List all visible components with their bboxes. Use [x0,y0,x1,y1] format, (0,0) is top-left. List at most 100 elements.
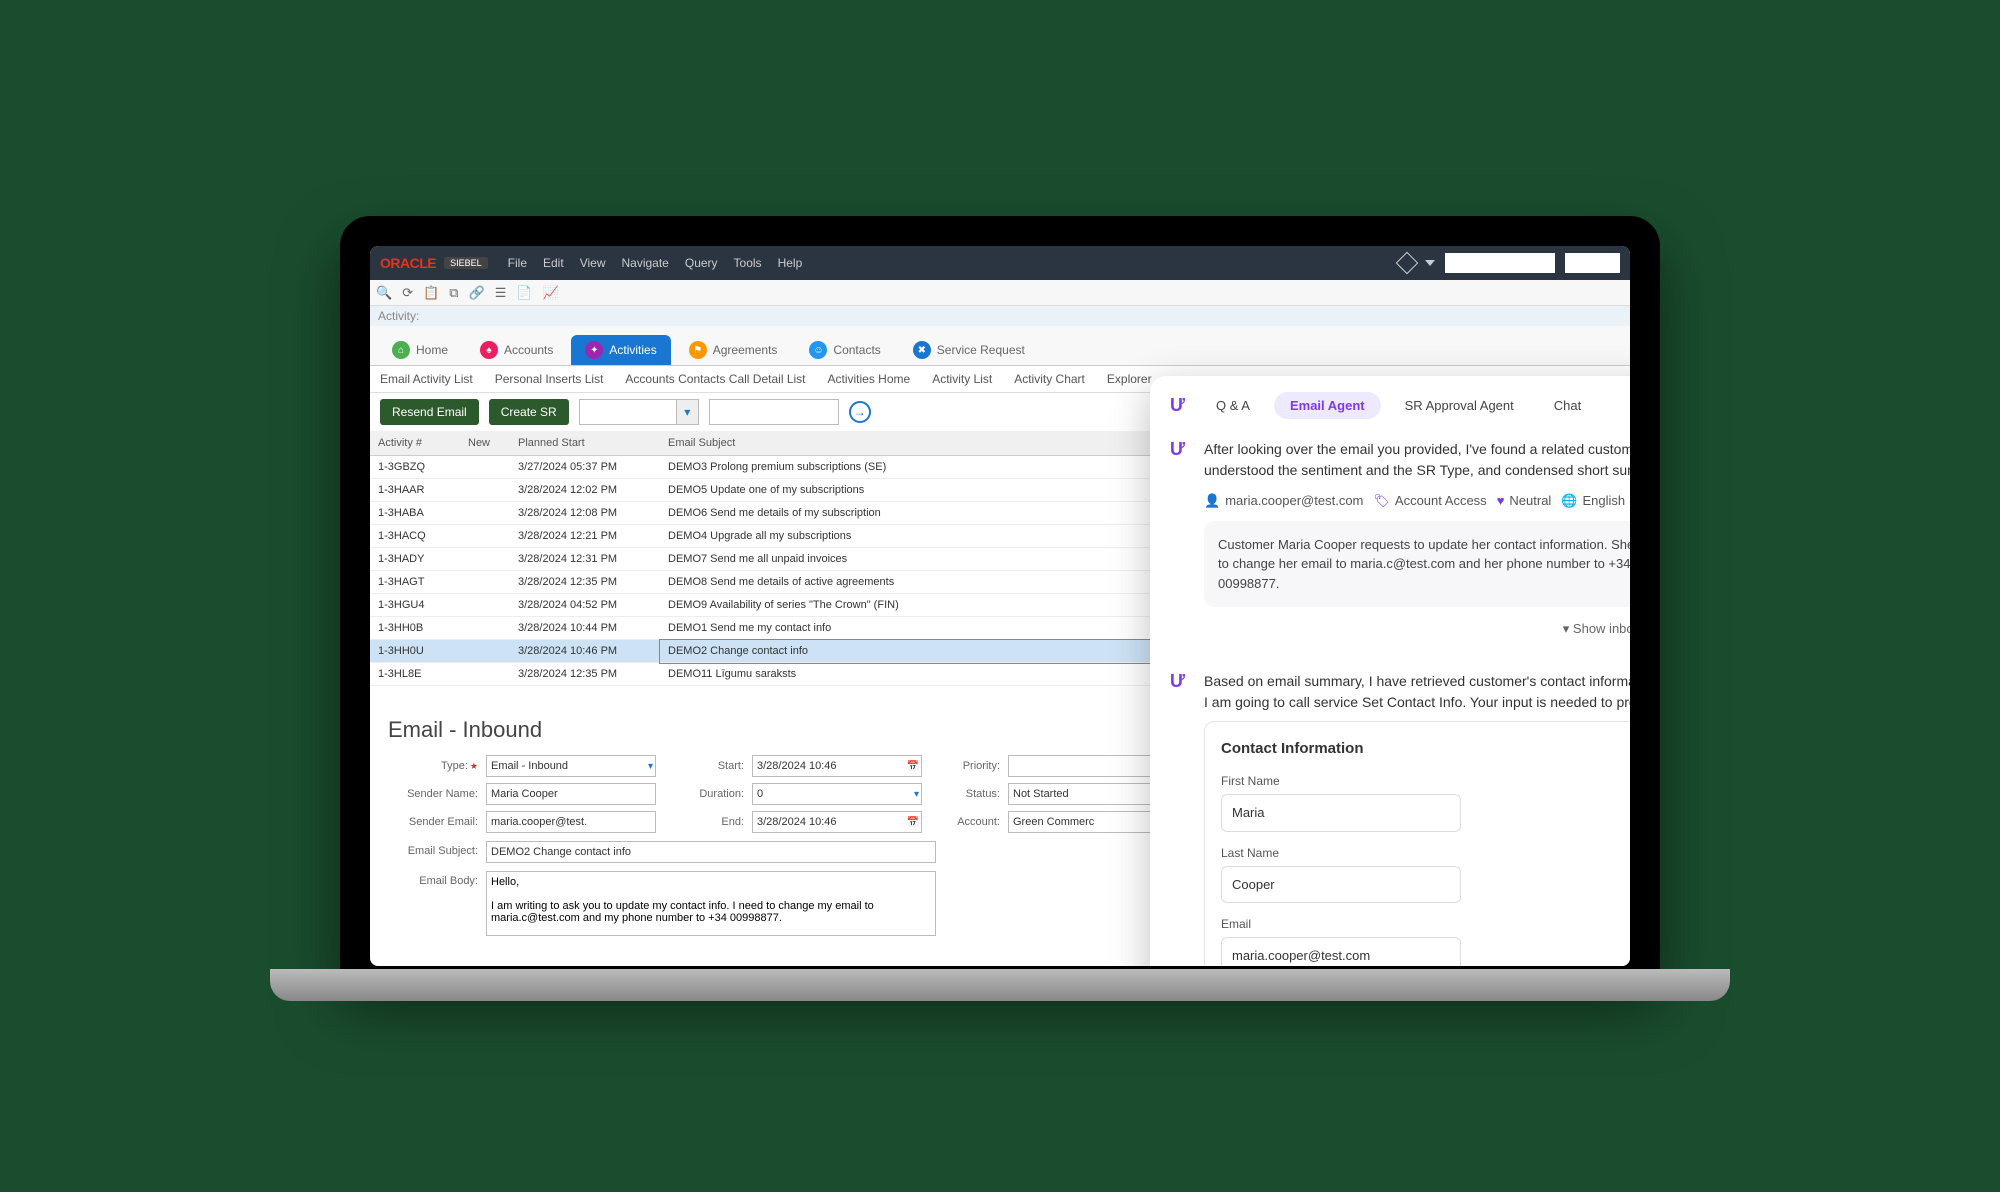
agent-tab-chat[interactable]: Chat [1538,392,1597,419]
detail-title: Email - Inbound [388,717,542,743]
user-icon: 👤 [1204,491,1220,511]
lbl-duration: Duration: [664,788,744,800]
tab-accounts[interactable]: ♠Accounts [466,335,567,365]
sub-activity-chart[interactable]: Activity Chart [1014,372,1085,386]
agent-msg2-text: Based on email summary, I have retrieved… [1204,671,1630,713]
oracle-logo: ORACLE [380,255,436,271]
cube-icon[interactable] [1396,252,1419,275]
top-search-2[interactable] [1565,253,1620,273]
dropdown-icon[interactable] [1425,260,1435,266]
nav-tabs: ⌂Home ♠Accounts ✦Activities ⚑Agreements … [370,326,1630,366]
menu-help[interactable]: Help [778,256,803,270]
field-start[interactable]: 3/28/2024 10:46📅 [752,755,922,777]
tab-contacts[interactable]: ☺Contacts [795,335,894,365]
menu-query[interactable]: Query [685,256,718,270]
field-duration[interactable]: 0▾ [752,783,922,805]
activity-label: Activity: [370,306,1630,326]
lbl-start: Start: [664,760,744,772]
agent-avatar-icon: Ư [1170,439,1192,461]
filter-input[interactable] [709,399,839,425]
agent-summary: Customer Maria Cooper requests to update… [1204,521,1630,608]
tab-activities[interactable]: ✦Activities [571,335,670,365]
list-icon[interactable]: ☰ [495,285,507,301]
create-sr-button[interactable]: Create SR [489,399,569,425]
tab-service-request[interactable]: ✖Service Request [899,335,1039,365]
field-type[interactable]: Email - Inbound▾ [486,755,656,777]
show-inbound-toggle[interactable]: ▾ Show inbound email [1204,619,1630,639]
menu-view[interactable]: View [580,256,606,270]
field-body[interactable] [486,871,936,936]
agent-tab-qa[interactable]: Q & A [1200,392,1266,419]
field-subject[interactable]: DEMO2 Change contact info [486,841,936,863]
tab-agreements[interactable]: ⚑Agreements [675,335,792,365]
agent-tab-email[interactable]: Email Agent [1274,392,1381,419]
lbl-body: Email Body: [388,871,478,887]
chevron-down-icon: ▾ [648,761,653,772]
tab-agreements-label: Agreements [713,343,778,357]
lbl-contact-email: Email [1221,915,1630,933]
agent-intro-text: After looking over the email you provide… [1204,439,1630,481]
field-status[interactable]: Not Started▾ [1008,783,1168,805]
sub-email-list[interactable]: Email Activity List [380,372,473,386]
chip-sentiment: ♥Neutral [1497,491,1552,511]
sub-acc-contacts[interactable]: Accounts Contacts Call Detail List [625,372,805,386]
chip-category: 🏷Account Access [1373,491,1486,511]
refresh-icon[interactable]: ⟳ [402,285,413,301]
lbl-first-name: First Name [1221,772,1630,790]
toolbar: 🔍 ⟳ 📋 ⧉ 🔗 ☰ 📄 📈 [370,280,1630,306]
menu-edit[interactable]: Edit [543,256,564,270]
resend-email-button[interactable]: Resend Email [380,399,479,425]
col-planned[interactable]: Planned Start [510,431,660,456]
input-first-name[interactable]: Maria [1221,794,1461,832]
field-sender-email[interactable]: maria.cooper@test. [486,811,656,833]
heart-icon: ♥ [1497,491,1505,511]
go-button[interactable]: → [849,401,871,423]
sub-activities-home[interactable]: Activities Home [828,372,911,386]
field-end[interactable]: 3/28/2024 10:46📅 [752,811,922,833]
field-priority[interactable]: ▾ [1008,755,1168,777]
chip-language: 🌐English [1561,491,1625,511]
tab-accounts-label: Accounts [504,343,553,357]
col-new[interactable]: New [460,431,510,456]
agent-logo-icon: Ư [1170,395,1192,417]
menubar: ORACLE SIEBEL File Edit View Navigate Qu… [370,246,1630,280]
chevron-down-icon: ▾ [914,789,919,800]
top-search-1[interactable] [1445,253,1555,273]
calendar-icon: 📅 [907,817,919,828]
link-icon[interactable]: 🔗 [469,285,485,301]
tab-contacts-label: Contacts [833,343,880,357]
tab-home[interactable]: ⌂Home [378,335,462,365]
doc-icon[interactable]: 📄 [516,285,532,301]
sub-personal-inserts[interactable]: Personal Inserts List [495,372,604,386]
tab-sr-label: Service Request [937,343,1025,357]
lbl-end: End: [664,816,744,828]
menu-navigate[interactable]: Navigate [621,256,668,270]
sub-explorer[interactable]: Explorer [1107,372,1152,386]
copy-icon[interactable]: ⧉ [449,285,458,301]
field-account[interactable]: Green Commerc⊞ [1008,811,1168,833]
calendar-icon: 📅 [907,761,919,772]
contact-title: Contact Information [1221,738,1630,761]
lbl-priority: Priority: [930,760,1000,772]
menu-tools[interactable]: Tools [734,256,762,270]
siebel-badge: SIEBEL [444,257,488,269]
agent-tab-sr[interactable]: SR Approval Agent [1389,392,1530,419]
col-activity[interactable]: Activity # [370,431,460,456]
tab-home-label: Home [416,343,448,357]
search-icon[interactable]: 🔍 [376,285,392,301]
field-sender-name[interactable]: Maria Cooper [486,783,656,805]
clipboard-icon[interactable]: 📋 [423,285,439,301]
chevron-down-icon: ▾ [1563,621,1573,636]
input-contact-email[interactable]: maria.cooper@test.com [1221,937,1461,966]
sub-activity-list[interactable]: Activity List [932,372,992,386]
contact-card: Contact Information First Name Maria Last… [1204,721,1630,967]
filter-dropdown[interactable]: ▾ [579,399,699,425]
input-last-name[interactable]: Cooper [1221,866,1461,904]
lbl-sender-name: Sender Name: [388,788,478,800]
lbl-last-name: Last Name [1221,844,1630,862]
lbl-subject: Email Subject: [388,841,478,857]
agent-avatar-icon: Ư [1170,671,1192,693]
lbl-type: Type: [388,760,478,772]
chart-icon[interactable]: 📈 [543,285,559,301]
menu-file[interactable]: File [508,256,527,270]
